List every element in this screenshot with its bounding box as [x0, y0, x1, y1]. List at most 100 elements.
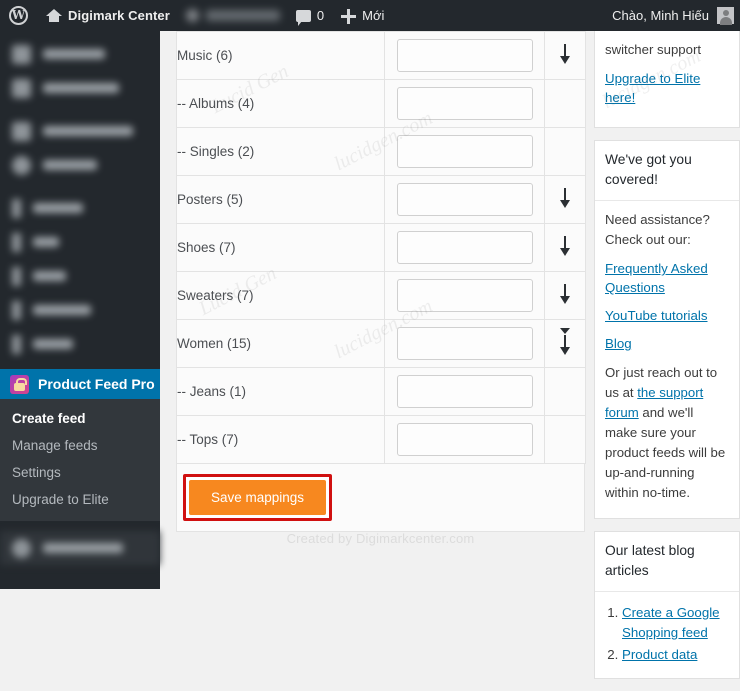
chevron-down-icon[interactable]	[560, 328, 570, 334]
account-menu[interactable]: Chào, Minh Hiếu	[612, 7, 740, 25]
comment-count: 0	[316, 8, 325, 23]
row-action-cell	[544, 367, 586, 416]
row-action-cell[interactable]	[544, 223, 586, 272]
sidebar-item-product-feed-pro[interactable]: Product Feed Pro	[0, 369, 168, 399]
blurred-menu-label	[33, 339, 73, 349]
sidebar-item-blurred[interactable]	[0, 293, 160, 327]
blurred-menu-label	[33, 237, 59, 247]
blurred-menu-icon	[12, 266, 21, 286]
arrow-down-icon[interactable]	[558, 187, 572, 209]
faq-link[interactable]: Frequently Asked Questions	[605, 259, 729, 297]
product-feed-pro-icon	[10, 374, 29, 394]
blurred-menu-icon	[12, 121, 31, 141]
site-name-menu[interactable]: Digimark Center	[37, 0, 178, 31]
mapping-table-body: Music (6) -- Albums (4) -- Singles (2) P…	[176, 31, 586, 464]
arrow-down-icon[interactable]	[558, 235, 572, 257]
category-label: Shoes (7)	[176, 223, 385, 272]
blurred-menu-label	[33, 305, 91, 315]
save-button-highlight: Save mappings	[183, 474, 333, 521]
mapping-input[interactable]	[396, 39, 533, 72]
blog-box-heading: Our latest blog articles	[595, 532, 739, 592]
list-item: Product data	[622, 645, 729, 665]
table-row: -- Albums (4)	[176, 79, 586, 128]
row-action-cell[interactable]	[544, 319, 586, 368]
sidebar-item-blurred[interactable]	[0, 37, 160, 71]
mapping-input[interactable]	[396, 231, 533, 264]
mapping-input[interactable]	[396, 327, 533, 360]
upgrade-to-elite-link[interactable]: Upgrade to Elite here!	[605, 69, 729, 107]
blurred-menu-label	[43, 543, 123, 553]
list-item: Create a Google Shopping feed	[622, 603, 729, 643]
wordpress-logo-button[interactable]	[0, 0, 37, 31]
sidebar-item-blurred[interactable]	[0, 71, 160, 105]
blog-article-link[interactable]: Create a Google Shopping feed	[622, 605, 720, 640]
mapping-input[interactable]	[396, 135, 533, 168]
blurred-menu-icon	[12, 232, 21, 252]
mapping-input-cell	[384, 367, 545, 416]
mapping-input-cell	[384, 271, 545, 320]
sidebar-item-upgrade-to-elite[interactable]: Upgrade to Elite	[0, 486, 160, 513]
blog-article-link[interactable]: Product data	[622, 647, 697, 662]
blog-link[interactable]: Blog	[605, 334, 729, 353]
sidebar-item-create-feed[interactable]: Create feed	[0, 405, 160, 432]
category-label: -- Tops (7)	[176, 415, 385, 464]
arrow-down-icon[interactable]	[558, 335, 572, 356]
sidebar-item-manage-feeds[interactable]: Manage feeds	[0, 432, 160, 459]
wordpress-logo-icon	[9, 6, 28, 25]
row-action-cell[interactable]	[544, 271, 586, 320]
mapping-input-cell	[384, 223, 545, 272]
admin-bar: Digimark Center 0 Mới Chào, Minh Hiếu	[0, 0, 740, 31]
table-row: Posters (5)	[176, 175, 586, 224]
save-mappings-row: Save mappings	[176, 464, 585, 532]
arrow-down-icon[interactable]	[558, 43, 572, 65]
blog-articles-box: Our latest blog articles Create a Google…	[594, 531, 740, 679]
sidebar-item-blurred[interactable]	[0, 327, 160, 361]
greeting-label: Chào, Minh Hiếu	[612, 8, 709, 23]
blog-box-body: Create a Google Shopping feed Product da…	[595, 592, 739, 678]
category-label: Posters (5)	[176, 175, 385, 224]
youtube-tutorials-link[interactable]: YouTube tutorials	[605, 306, 729, 325]
product-feed-pro-submenu: Create feed Manage feeds Settings Upgrad…	[0, 399, 160, 521]
table-row: -- Tops (7)	[176, 415, 586, 464]
table-row: Music (6)	[176, 31, 586, 80]
category-label: -- Singles (2)	[176, 127, 385, 176]
table-row: Sweaters (7)	[176, 271, 586, 320]
sidebar-item-blurred[interactable]	[0, 191, 160, 225]
category-label: Women (15)	[176, 319, 385, 368]
category-label: Music (6)	[176, 31, 385, 80]
footer-credit: Created by Digimarkcenter.com	[286, 531, 475, 546]
mapping-input[interactable]	[396, 279, 533, 312]
site-name-label: Digimark Center	[68, 8, 170, 23]
row-action-cell[interactable]	[544, 31, 586, 80]
table-row: -- Jeans (1)	[176, 367, 586, 416]
row-action-cell	[544, 79, 586, 128]
support-box-outro: Or just reach out to us at the support f…	[605, 363, 729, 503]
sidebar-item-blurred[interactable]	[0, 259, 160, 293]
home-icon	[45, 7, 62, 24]
sidebar-item-blurred[interactable]	[0, 225, 160, 259]
row-action-cell[interactable]	[544, 175, 586, 224]
blurred-label	[205, 10, 280, 21]
category-mapping-panel: Music (6) -- Albums (4) -- Singles (2) P…	[176, 31, 586, 532]
blurred-admin-bar-item[interactable]	[178, 0, 288, 31]
blurred-menu-label	[33, 271, 66, 281]
mapping-input-cell	[384, 127, 545, 176]
blurred-menu-icon	[12, 44, 31, 64]
table-row: -- Singles (2)	[176, 127, 586, 176]
mapping-input[interactable]	[396, 183, 533, 216]
mapping-input[interactable]	[396, 375, 533, 408]
sidebar-item-blurred[interactable]	[0, 114, 160, 148]
mapping-input[interactable]	[396, 423, 533, 456]
sidebar-item-blurred[interactable]	[0, 148, 160, 182]
new-content-button[interactable]: Mới	[332, 0, 392, 31]
blurred-menu-label	[43, 160, 97, 170]
save-mappings-button[interactable]: Save mappings	[189, 480, 327, 515]
support-box-heading: We've got you covered!	[595, 141, 739, 201]
sidebar-item-blurred[interactable]	[0, 531, 160, 565]
comments-button[interactable]: 0	[288, 0, 332, 31]
arrow-down-icon[interactable]	[558, 283, 572, 305]
sidebar-item-settings[interactable]: Settings	[0, 459, 160, 486]
upgrade-box-text: switcher support	[605, 42, 702, 57]
mapping-input[interactable]	[396, 87, 533, 120]
mapping-input-cell	[384, 31, 545, 80]
